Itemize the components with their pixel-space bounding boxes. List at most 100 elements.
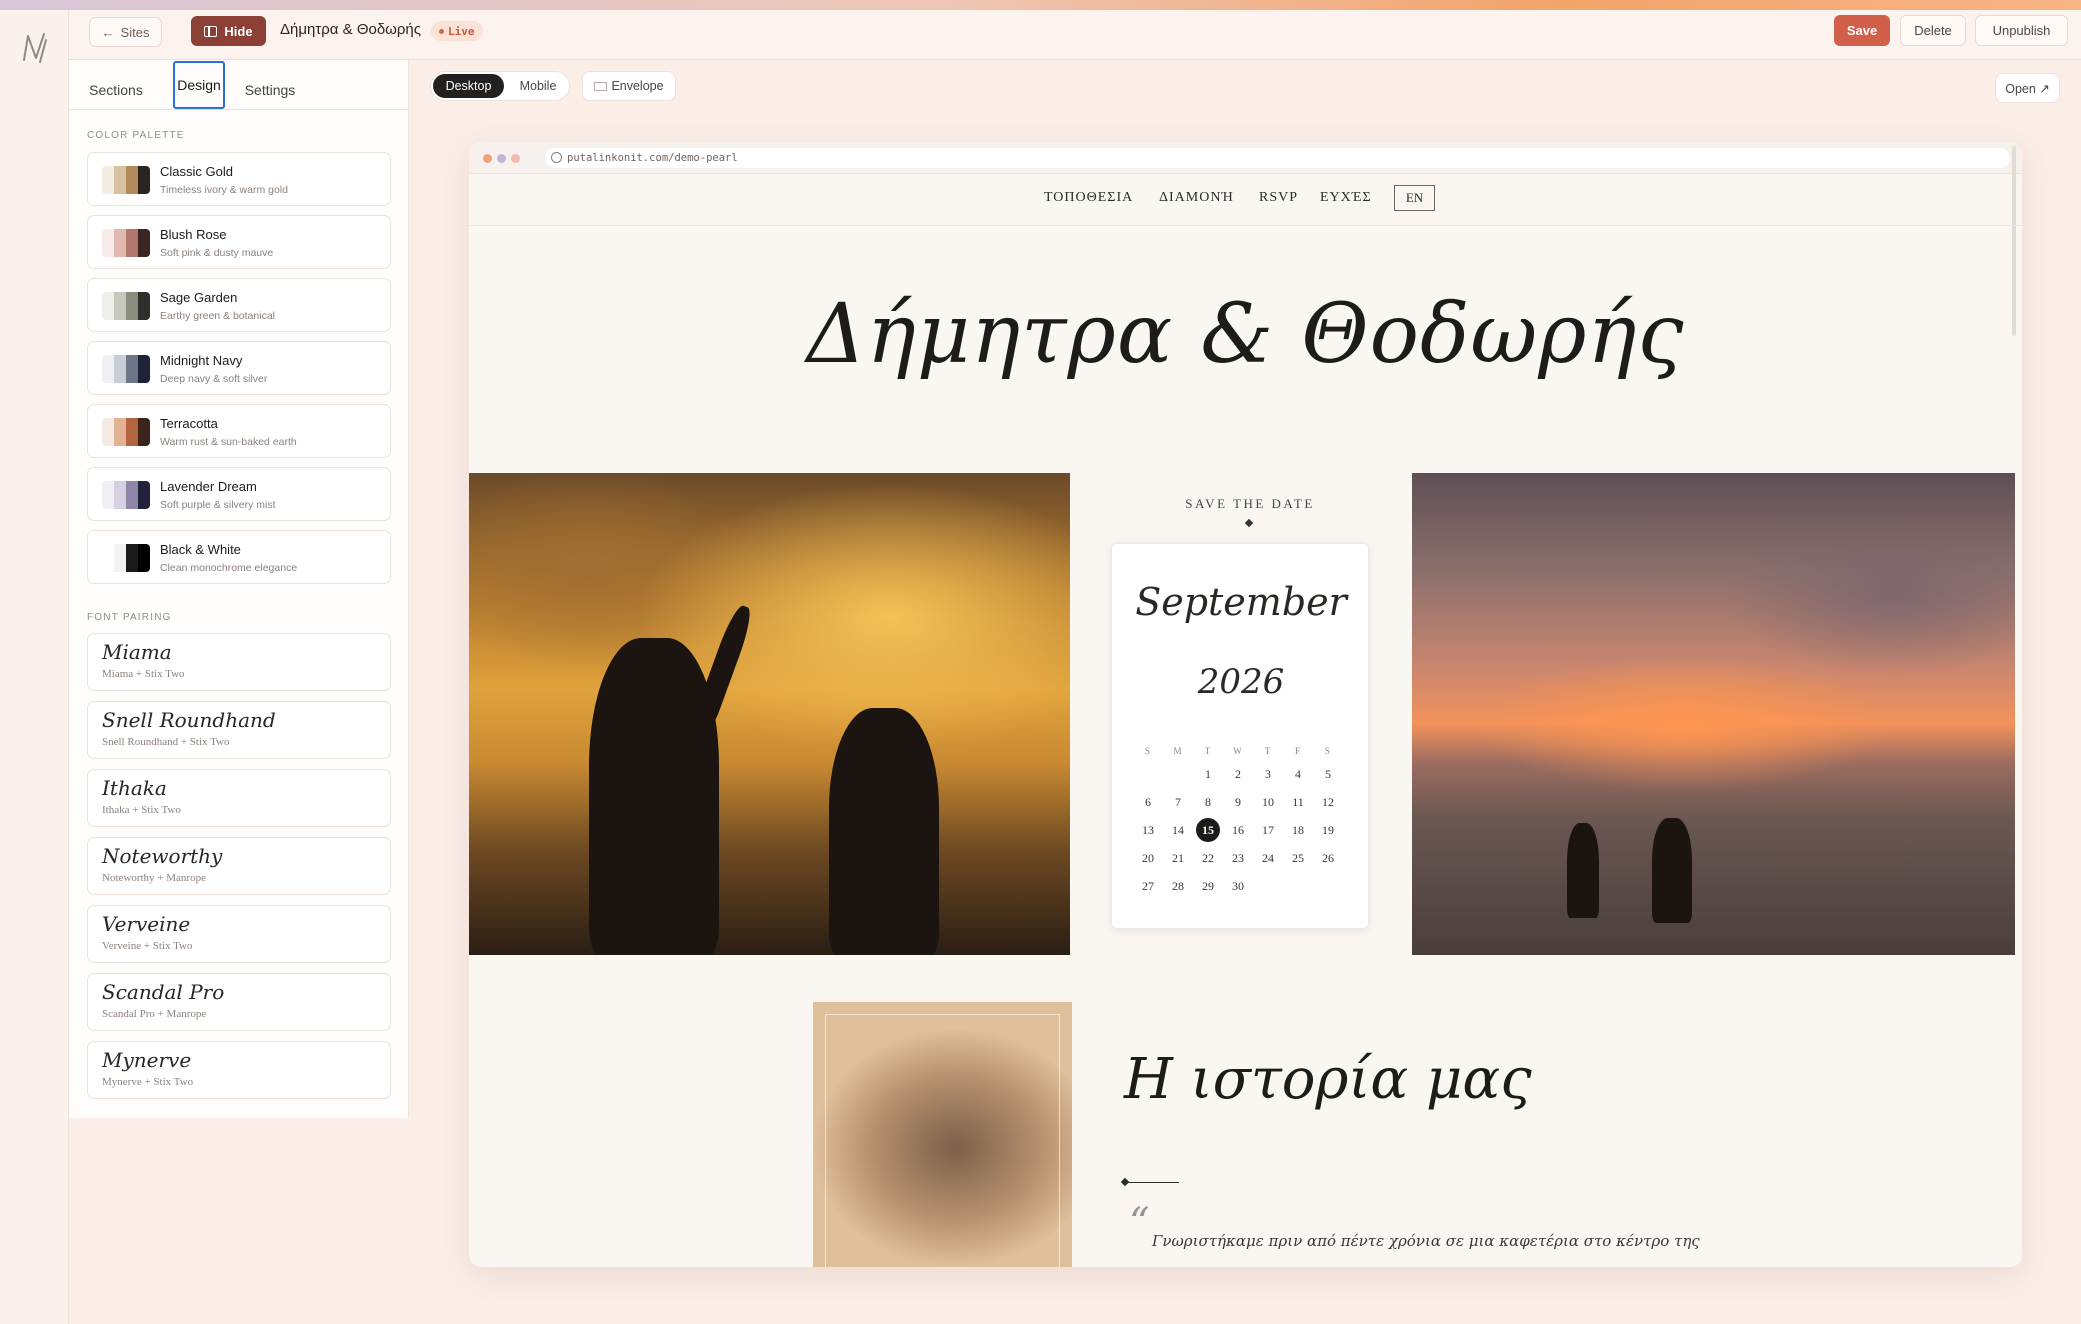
calendar-day: 26 <box>1322 850 1334 865</box>
calendar-day: 18 <box>1292 822 1304 837</box>
language-toggle[interactable]: EN <box>1394 185 1435 211</box>
palette-swatches <box>102 544 150 572</box>
font-pairing-card[interactable]: Snell Roundhand Snell Roundhand + Stix Tw… <box>87 701 391 759</box>
color-swatch <box>102 166 114 194</box>
app-logo-icon[interactable] <box>20 28 50 68</box>
live-dot-icon <box>439 28 444 34</box>
font-pairing-card[interactable]: Ithaka Ithaka + Stix Two <box>87 769 391 827</box>
desktop-view-button[interactable]: Desktop <box>433 74 504 98</box>
man-silhouette <box>589 638 719 955</box>
calendar-week-row: 1 2 3 4 5 <box>1133 760 1343 788</box>
color-swatch <box>126 166 138 194</box>
font-pairing-card[interactable]: Scandal Pro Scandal Pro + Manrope <box>87 973 391 1031</box>
font-pairing-card[interactable]: Noteworthy Noteworthy + Manrope <box>87 837 391 895</box>
story-divider <box>1124 1182 1179 1183</box>
tab-design[interactable]: Design <box>173 61 225 109</box>
color-swatch <box>138 166 150 194</box>
calendar-week-row: 20 21 22 23 24 25 26 <box>1133 844 1343 872</box>
palette-card[interactable]: Black & White Clean monochrome elegance <box>87 530 391 584</box>
save-button[interactable]: Save <box>1834 15 1890 46</box>
envelope-label: Envelope <box>611 79 664 93</box>
calendar-day: 28 <box>1172 878 1184 893</box>
palette-swatches <box>102 229 150 257</box>
calendar-week-row: 27 28 29 30 <box>1133 872 1343 900</box>
color-swatch <box>138 355 150 383</box>
back-to-sites-button[interactable]: ← Sites <box>89 17 162 47</box>
palette-name: Sage Garden <box>160 290 238 305</box>
calendar-day: 19 <box>1322 822 1334 837</box>
calendar-day: 8 <box>1205 794 1211 809</box>
palette-card[interactable]: Classic Gold Timeless ivory & warm gold <box>87 152 391 206</box>
calendar-day: 16 <box>1232 822 1244 837</box>
calendar-weekday-row: SMTWTFS <box>1133 742 1343 760</box>
font-preview: Noteworthy <box>102 844 223 868</box>
palette-card[interactable]: Sage Garden Earthy green & botanical <box>87 278 391 332</box>
sidebar-toggle-icon <box>204 25 218 37</box>
quote-mark-icon: “ <box>1129 1200 1150 1246</box>
calendar-day-highlighted: 15 <box>1193 818 1223 842</box>
palette-card[interactable]: Midnight Navy Deep navy & soft silver <box>87 341 391 395</box>
palette-card[interactable]: Terracotta Warm rust & sun-baked earth <box>87 404 391 458</box>
color-swatch <box>126 418 138 446</box>
mobile-view-button[interactable]: Mobile <box>509 74 567 98</box>
color-swatch <box>102 229 114 257</box>
tab-sections[interactable]: Sections <box>81 72 151 108</box>
palette-name: Blush Rose <box>160 227 227 242</box>
story-title: Η ιστορία μας <box>1124 1047 1532 1112</box>
palette-card[interactable]: Lavender Dream Soft purple & silvery mist <box>87 467 391 521</box>
hide-panel-button[interactable]: Hide <box>191 16 266 46</box>
calendar-week-row: 6 7 8 9 10 11 12 <box>1133 788 1343 816</box>
highlighted-day-number: 15 <box>1196 818 1220 842</box>
window-dot-icon <box>497 154 506 163</box>
color-swatch <box>114 418 126 446</box>
font-pairing-card[interactable]: Mynerve Mynerve + Stix Two <box>87 1041 391 1099</box>
delete-button[interactable]: Delete <box>1900 15 1966 46</box>
font-pairing-card[interactable]: Miama Miama + Stix Two <box>87 633 391 691</box>
font-preview: Ithaka <box>102 776 167 800</box>
calendar-day: 6 <box>1145 794 1151 809</box>
nav-wishes[interactable]: ΕΥΧΈΣ <box>1320 190 1372 206</box>
nav-accommodation[interactable]: ΔΙΑΜΟΝΉ <box>1159 190 1234 206</box>
weekday-label: S <box>1324 746 1331 756</box>
font-pairing-description: Miama + Stix Two <box>102 668 185 680</box>
calendar-day: 24 <box>1262 850 1274 865</box>
calendar-day: 5 <box>1325 766 1331 781</box>
font-pairing-card[interactable]: Verveine Verveine + Stix Two <box>87 905 391 963</box>
nav-rsvp[interactable]: RSVP <box>1259 190 1298 206</box>
diamond-ornament-icon <box>1120 1177 1130 1187</box>
color-swatch <box>138 292 150 320</box>
font-pairing-description: Verveine + Stix Two <box>102 940 193 952</box>
palette-swatches <box>102 418 150 446</box>
color-swatch <box>126 229 138 257</box>
window-dot-icon <box>511 154 520 163</box>
hide-label: Hide <box>224 23 253 39</box>
calendar-year: 2026 <box>1197 662 1285 702</box>
tab-settings[interactable]: Settings <box>235 72 305 108</box>
palette-description: Timeless ivory & warm gold <box>160 184 288 196</box>
calendar-day: 11 <box>1292 794 1304 809</box>
color-swatch <box>138 544 150 572</box>
calendar-day: 4 <box>1295 766 1301 781</box>
sites-label: Sites <box>120 24 150 40</box>
weekday-label: F <box>1294 746 1301 756</box>
calendar-day: 1 <box>1205 766 1211 781</box>
calendar-day: 23 <box>1232 850 1244 865</box>
url-bar[interactable]: putalinkonit.com/demo-pearl <box>545 148 2010 168</box>
envelope-button[interactable]: Envelope <box>582 71 676 101</box>
nav-location[interactable]: ΤΟΠΟΘΕΣΙΑ <box>1044 190 1133 206</box>
calendar-day: 2 <box>1235 766 1241 781</box>
app-rail <box>0 10 69 1324</box>
font-preview: Snell Roundhand <box>102 708 276 732</box>
unpublish-button[interactable]: Unpublish <box>1975 15 2068 46</box>
palette-card[interactable]: Blush Rose Soft pink & dusty mauve <box>87 215 391 269</box>
raised-arms-silhouette <box>694 602 756 724</box>
color-swatch <box>138 229 150 257</box>
open-site-button[interactable]: Open ↗ <box>1995 73 2060 103</box>
story-text: Γνωριστήκαμε πριν από πέντε χρόνια σε μι… <box>1152 1232 1700 1250</box>
palette-swatches <box>102 355 150 383</box>
color-swatch <box>102 481 114 509</box>
calendar-week-row: 13 14 15 16 17 18 19 <box>1133 816 1343 844</box>
photo-frame <box>825 1014 1060 1267</box>
calendar-day: 9 <box>1235 794 1241 809</box>
palette-name: Midnight Navy <box>160 353 243 368</box>
